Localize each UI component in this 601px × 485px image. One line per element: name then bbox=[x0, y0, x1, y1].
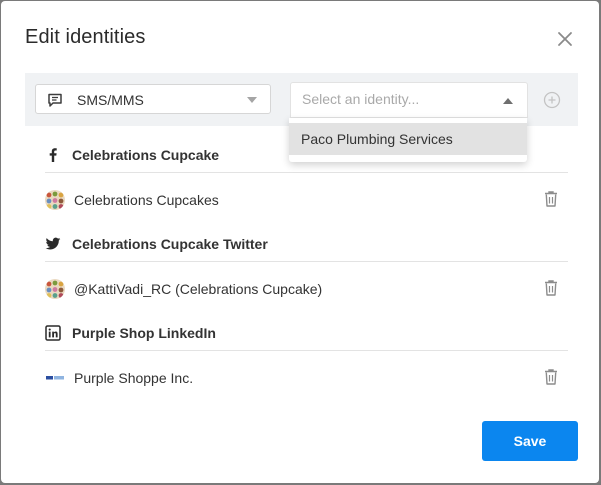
linkedin-icon bbox=[45, 325, 61, 341]
edit-identities-dialog: Edit identities SMS/MMS Select an identi… bbox=[1, 1, 599, 483]
trash-icon[interactable] bbox=[544, 279, 558, 297]
twitter-icon bbox=[45, 236, 61, 252]
section-divider bbox=[45, 261, 568, 262]
facebook-icon bbox=[45, 147, 61, 163]
section-title: Purple Shop LinkedIn bbox=[72, 325, 216, 341]
avatar bbox=[45, 368, 65, 388]
dialog-title: Edit identities bbox=[25, 26, 146, 48]
section-divider bbox=[45, 172, 568, 173]
section-divider bbox=[45, 350, 568, 351]
channel-select[interactable]: SMS/MMS bbox=[35, 84, 271, 114]
dropdown-option-paco-plumbing-services[interactable]: Paco Plumbing Services bbox=[289, 123, 527, 155]
avatar bbox=[45, 279, 65, 299]
section-title: Celebrations Cupcake bbox=[72, 147, 220, 163]
chevron-down-icon bbox=[247, 97, 257, 103]
trash-icon[interactable] bbox=[544, 368, 558, 386]
section-title: Celebrations Cupcake Twitter bbox=[72, 236, 268, 252]
chat-bubble-icon bbox=[47, 92, 63, 108]
identity-name: Purple Shoppe Inc. bbox=[74, 370, 194, 386]
close-icon[interactable] bbox=[554, 28, 576, 50]
identity-name: Celebrations Cupcakes bbox=[74, 192, 219, 208]
identity-row: @KattiVadi_RC (Celebrations Cupcake) bbox=[45, 278, 568, 300]
identity-dropdown-menu: Paco Plumbing Services bbox=[289, 118, 527, 162]
identity-row: Celebrations Cupcakes bbox=[45, 189, 568, 211]
chevron-up-icon[interactable] bbox=[503, 98, 513, 104]
save-button[interactable]: Save bbox=[482, 421, 578, 461]
channel-select-value: SMS/MMS bbox=[77, 92, 144, 108]
avatar bbox=[45, 190, 65, 210]
identity-name: @KattiVadi_RC (Celebrations Cupcake) bbox=[74, 281, 323, 297]
trash-icon[interactable] bbox=[544, 190, 558, 208]
plus-circle-icon[interactable] bbox=[543, 91, 561, 109]
identity-select[interactable] bbox=[290, 82, 528, 118]
identity-search-input[interactable] bbox=[302, 91, 492, 107]
identity-row: Purple Shoppe Inc. bbox=[45, 367, 568, 389]
